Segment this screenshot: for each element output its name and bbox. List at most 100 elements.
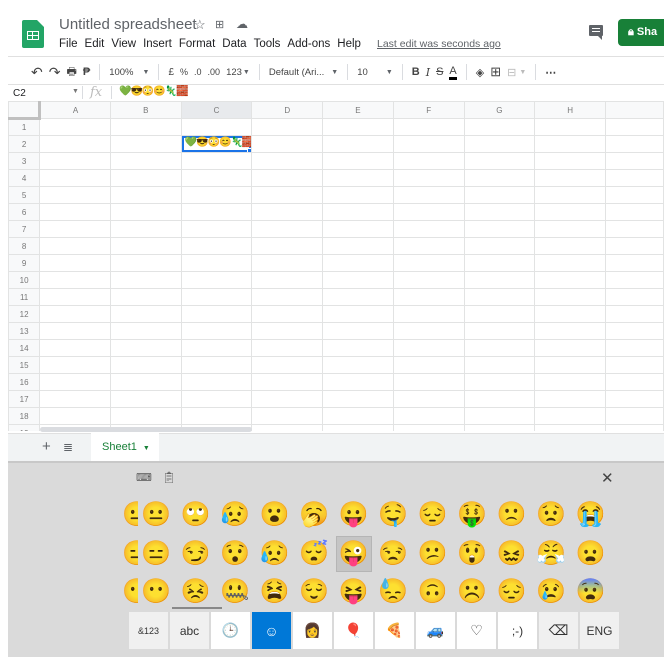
emoji-key[interactable]: 😔 bbox=[415, 497, 451, 533]
cell[interactable] bbox=[392, 152, 465, 170]
emoji-key[interactable]: 😝 bbox=[336, 574, 372, 610]
menu-insert[interactable]: Insert bbox=[143, 38, 172, 50]
cell[interactable] bbox=[39, 220, 111, 238]
cell[interactable] bbox=[463, 135, 536, 153]
heart-icon[interactable]: ♡ bbox=[457, 612, 496, 649]
cell[interactable] bbox=[180, 169, 253, 187]
cell[interactable] bbox=[251, 254, 324, 272]
recent-icon[interactable]: 🕒 bbox=[211, 612, 250, 649]
cell[interactable] bbox=[534, 356, 606, 374]
sheet-table[interactable]: ABCDEFGH 1 2 💚😎😳😊🦎🧱 3 4 5 6 7 8 9 10 11 12 13 14 15 16 17… bbox=[8, 101, 664, 431]
menu-view[interactable]: View bbox=[111, 38, 136, 50]
emoji-key[interactable]: 🤤 bbox=[375, 497, 411, 533]
cell[interactable] bbox=[322, 373, 394, 391]
emoji-key[interactable]: ☹️ bbox=[454, 574, 490, 610]
numbers-key[interactable]: &123 bbox=[129, 612, 168, 649]
row-header[interactable]: 1 bbox=[8, 118, 41, 136]
emoji-key[interactable]: 😦 bbox=[573, 536, 609, 572]
row-header[interactable]: 13 bbox=[8, 322, 41, 340]
cell[interactable] bbox=[534, 305, 606, 323]
strikethrough-button[interactable]: S bbox=[433, 63, 446, 81]
cell[interactable] bbox=[463, 271, 536, 289]
emoji-key[interactable]: 😭 bbox=[573, 497, 609, 533]
cell[interactable] bbox=[463, 220, 536, 238]
emoji-key[interactable]: 😐 bbox=[138, 497, 174, 533]
cell[interactable] bbox=[392, 186, 465, 204]
cell[interactable] bbox=[39, 135, 111, 153]
fill-color-icon[interactable]: ◈ bbox=[473, 63, 487, 81]
cell[interactable] bbox=[463, 305, 536, 323]
font-family-select[interactable]: Default (Ari... ▼ bbox=[266, 63, 341, 81]
cell[interactable] bbox=[463, 169, 536, 187]
cell[interactable] bbox=[392, 254, 465, 272]
cell[interactable] bbox=[180, 373, 253, 391]
cell[interactable] bbox=[604, 152, 664, 170]
cell[interactable] bbox=[109, 373, 182, 391]
emoji-partial[interactable]: 😑 bbox=[124, 536, 138, 572]
cell[interactable] bbox=[109, 254, 182, 272]
cell[interactable] bbox=[463, 237, 536, 255]
column-header[interactable]: C bbox=[180, 101, 253, 119]
celebration-icon[interactable]: 🎈 bbox=[334, 612, 373, 649]
text-color-button[interactable]: A bbox=[446, 63, 459, 81]
language-key[interactable]: ENG bbox=[580, 612, 619, 649]
cell[interactable] bbox=[463, 152, 536, 170]
cell[interactable] bbox=[392, 373, 465, 391]
cell[interactable] bbox=[604, 135, 664, 153]
cell[interactable] bbox=[322, 203, 394, 221]
cell[interactable] bbox=[251, 271, 324, 289]
cell[interactable] bbox=[463, 254, 536, 272]
cell[interactable] bbox=[109, 169, 182, 187]
cell[interactable] bbox=[604, 424, 664, 431]
cell[interactable] bbox=[251, 424, 324, 431]
cell[interactable] bbox=[604, 237, 664, 255]
cell[interactable] bbox=[39, 118, 111, 136]
emoji-key[interactable]: 😛 bbox=[336, 497, 372, 533]
paint-format-icon[interactable]: ₱ bbox=[80, 63, 93, 81]
menu-tools[interactable]: Tools bbox=[254, 38, 281, 50]
move-to-folder-icon[interactable]: ⊞ bbox=[215, 18, 224, 31]
cell[interactable] bbox=[180, 407, 253, 425]
people-icon[interactable]: 👩 bbox=[293, 612, 332, 649]
keyboard-settings-icon[interactable]: ⌨ bbox=[136, 471, 152, 484]
emoji-key[interactable]: 🤑 bbox=[454, 497, 490, 533]
cell[interactable] bbox=[604, 356, 664, 374]
comment-history-icon[interactable] bbox=[589, 25, 603, 40]
cell[interactable] bbox=[180, 237, 253, 255]
cell[interactable] bbox=[322, 390, 394, 408]
cell[interactable] bbox=[463, 407, 536, 425]
cell[interactable] bbox=[39, 305, 111, 323]
sheet-tab-sheet1[interactable]: Sheet1 ▼ bbox=[91, 433, 159, 461]
emoji-key[interactable]: 😲 bbox=[454, 536, 490, 572]
cell[interactable] bbox=[322, 152, 394, 170]
cell[interactable] bbox=[322, 118, 394, 136]
emoji-key[interactable]: 😖 bbox=[494, 536, 530, 572]
cell[interactable] bbox=[534, 220, 606, 238]
column-header[interactable]: E bbox=[322, 101, 394, 119]
emoji-key[interactable]: 😒 bbox=[375, 536, 411, 572]
horizontal-scrollbar[interactable] bbox=[40, 427, 252, 432]
cell[interactable] bbox=[392, 322, 465, 340]
emoji-key[interactable]: 😔 bbox=[494, 574, 530, 610]
row-header[interactable]: 6 bbox=[8, 203, 41, 221]
cell[interactable] bbox=[463, 390, 536, 408]
cell[interactable] bbox=[39, 390, 111, 408]
cell[interactable] bbox=[180, 288, 253, 306]
row-header[interactable]: 16 bbox=[8, 373, 41, 391]
cell[interactable] bbox=[392, 203, 465, 221]
merge-cells-icon[interactable]: ⊟ ▼ bbox=[504, 63, 529, 81]
cell[interactable] bbox=[534, 424, 606, 431]
row-header[interactable]: 3 bbox=[8, 152, 41, 170]
cell[interactable] bbox=[39, 169, 111, 187]
cell[interactable] bbox=[322, 424, 394, 431]
emoji-partial[interactable]: 😶 bbox=[124, 574, 138, 610]
menu-addons[interactable]: Add-ons bbox=[287, 38, 330, 50]
cell[interactable] bbox=[322, 254, 394, 272]
row-header[interactable]: 19 bbox=[8, 424, 41, 431]
cell[interactable] bbox=[180, 186, 253, 204]
row-header[interactable]: 17 bbox=[8, 390, 41, 408]
cell[interactable] bbox=[392, 356, 465, 374]
emoji-key[interactable]: 😣 bbox=[178, 574, 214, 610]
column-header[interactable]: G bbox=[463, 101, 536, 119]
cell[interactable] bbox=[604, 390, 664, 408]
